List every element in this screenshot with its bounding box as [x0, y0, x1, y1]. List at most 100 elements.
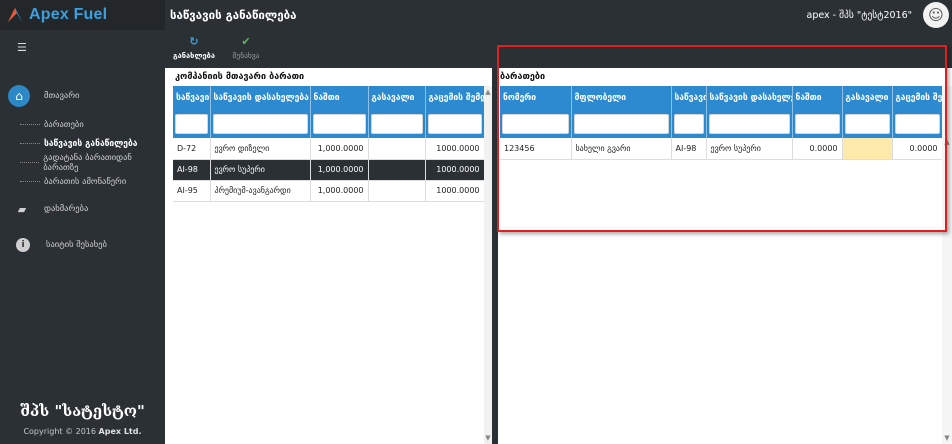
filter-cell — [173, 110, 211, 138]
column-header[interactable]: გაცემის შე — [892, 86, 943, 110]
cell-outflow[interactable] — [368, 159, 426, 181]
sidebar-item-help[interactable]: ▰ დახმარება — [0, 191, 165, 227]
user-label[interactable]: apex - შპს "ტესტ2016" — [807, 10, 912, 21]
table-row[interactable]: AI-95 პრემიუმ-ავანგარდი 1,000.0000 1000.… — [173, 180, 485, 202]
filter-input[interactable] — [894, 114, 940, 134]
tree-line — [20, 124, 40, 125]
filter-input[interactable] — [175, 114, 208, 134]
filter-cell — [310, 110, 369, 138]
table-row-selected[interactable]: AI-98 ევრო სუპერი 1,000.0000 1000.0000 — [173, 159, 485, 181]
refresh-icon: ↻ — [189, 35, 199, 48]
cell-name[interactable]: ევრო სუპერი — [210, 159, 311, 181]
filter-input[interactable] — [370, 114, 423, 134]
cell-balance[interactable]: 1,000.0000 — [310, 180, 369, 202]
filter-input[interactable] — [212, 114, 308, 134]
cell-code[interactable]: AI-98 — [173, 159, 211, 181]
column-header[interactable]: ნაშთი — [792, 86, 843, 110]
filter-input[interactable] — [427, 114, 482, 134]
filter-cell — [671, 110, 707, 138]
sidebar-item-about[interactable]: i საიტის შესახებ — [0, 227, 165, 263]
left-panel-title: კომპანიის მთავარი ბარათი — [175, 72, 305, 82]
user-avatar-icon[interactable]: ☺ — [923, 2, 949, 28]
filter-cell — [210, 110, 311, 138]
cell-after[interactable]: 1000.0000 — [425, 159, 485, 181]
column-header[interactable]: საწვავის — [173, 86, 211, 110]
cell-code[interactable]: AI-95 — [173, 180, 211, 202]
column-header[interactable]: გაცემის შემდ — [425, 86, 485, 110]
cell-outflow-editable[interactable] — [842, 138, 893, 160]
left-scrollbar[interactable]: ▲ ▼ — [484, 86, 492, 444]
filter-cell — [571, 110, 672, 138]
cell-owner[interactable]: სახელი გვარი — [571, 138, 672, 160]
filter-input[interactable] — [844, 114, 890, 134]
sidebar-item-card-transfer[interactable]: გადატანა ბარათიდან ბარათზე — [0, 153, 165, 173]
column-header[interactable]: გასავალი — [368, 86, 426, 110]
sidebar-item-card-statement[interactable]: ბარათის ამონაწერი — [0, 172, 165, 191]
cell-number[interactable]: 123456 — [500, 138, 572, 160]
company-name: შპს "სატესტო" — [20, 402, 145, 420]
cell-code[interactable]: D-72 — [173, 138, 211, 160]
column-header[interactable]: საწვავის დასახელე — [706, 86, 793, 110]
cell-code[interactable]: AI-98 — [671, 138, 707, 160]
cell-balance[interactable]: 1,000.0000 — [310, 159, 369, 181]
column-header[interactable]: გასავალი — [842, 86, 893, 110]
cell-after[interactable]: 1000.0000 — [425, 180, 485, 202]
filter-input[interactable] — [312, 114, 366, 134]
cell-outflow[interactable] — [368, 180, 426, 202]
table-row[interactable]: 123456 სახელი გვარი AI-98 ევრო სუპერი 0.… — [500, 138, 943, 160]
cell-after[interactable]: 1000.0000 — [425, 138, 485, 160]
filter-cell — [368, 110, 426, 138]
sidebar: ☰ ⌂ მთავარი ბარათები საწვავის განაწილება… — [0, 30, 165, 444]
sidebar-item-label: საიტის შესახებ — [46, 240, 107, 250]
save-button[interactable]: ✔ შენახვა — [221, 36, 271, 61]
filter-input[interactable] — [573, 114, 669, 134]
cell-balance[interactable]: 1,000.0000 — [310, 138, 369, 160]
sidebar-item-fuel-distribution[interactable]: საწვავის განაწილება — [0, 134, 165, 153]
cell-outflow[interactable] — [368, 138, 426, 160]
scroll-up-icon[interactable]: ▲ — [484, 88, 492, 96]
copyright-text: Copyright © 2016 — [23, 427, 96, 436]
right-scrollbar[interactable]: ▲ ▼ — [942, 86, 952, 444]
filter-cell — [792, 110, 843, 138]
sidebar-item-cards[interactable]: ბარათები — [0, 115, 165, 134]
tree-line — [20, 162, 40, 163]
sidebar-nav: ⌂ მთავარი ბარათები საწვავის განაწილება გ… — [0, 82, 165, 263]
right-panel-title: ბარათები — [500, 72, 546, 82]
cell-name[interactable]: პრემიუმ-ავანგარდი — [210, 180, 311, 202]
sidebar-subnav: ბარათები საწვავის განაწილება გადატანა ბა… — [0, 115, 165, 191]
column-header[interactable]: საწვავის — [671, 86, 707, 110]
column-header[interactable]: ნომერი — [500, 86, 572, 110]
filter-input[interactable] — [502, 114, 569, 134]
sidebar-item-label: დახმარება — [44, 204, 89, 214]
copyright-company: Apex Ltd. — [98, 427, 142, 436]
cards-grid: ნომერი მფლობელი საწვავის საწვავის დასახე… — [500, 86, 943, 160]
column-header[interactable]: მფლობელი — [571, 86, 672, 110]
cell-after[interactable]: 0.0000 — [892, 138, 943, 160]
filter-cell — [892, 110, 943, 138]
filter-input[interactable] — [794, 114, 840, 134]
filter-cell — [500, 110, 572, 138]
column-header[interactable]: ნაშთი — [310, 86, 369, 110]
scroll-up-icon[interactable]: ▲ — [942, 138, 952, 146]
filter-input[interactable] — [708, 114, 790, 134]
grid-filter-row — [500, 110, 943, 138]
table-row[interactable]: D-72 ევრო დიზელი 1,000.0000 1000.0000 — [173, 138, 485, 160]
hamburger-icon[interactable]: ☰ — [17, 41, 27, 54]
brand[interactable]: Apex Fuel — [0, 0, 165, 30]
grid-header-row: საწვავის საწვავის დასახელება ნაშთი გასავ… — [173, 86, 485, 110]
filter-cell — [842, 110, 893, 138]
sidebar-subitem-label: ბარათის ამონაწერი — [44, 176, 127, 187]
cell-balance[interactable]: 0.0000 — [792, 138, 843, 160]
cell-name[interactable]: ევრო დიზელი — [210, 138, 311, 160]
sidebar-item-main[interactable]: ⌂ მთავარი — [0, 82, 165, 110]
panel-splitter[interactable] — [492, 30, 498, 444]
refresh-button[interactable]: ↻ განახლება — [169, 35, 219, 61]
top-bar: Apex Fuel საწვავის განაწილება apex - შპს… — [0, 0, 952, 30]
column-header[interactable]: საწვავის დასახელება — [210, 86, 311, 110]
sidebar-item-label: მთავარი — [44, 91, 80, 101]
filter-input[interactable] — [673, 114, 704, 134]
scroll-down-icon[interactable]: ▼ — [484, 434, 492, 442]
scroll-down-icon[interactable]: ▼ — [942, 434, 952, 442]
cell-name[interactable]: ევრო სუპერი — [706, 138, 793, 160]
sidebar-subitem-label: საწვავის განაწილება — [44, 138, 138, 149]
